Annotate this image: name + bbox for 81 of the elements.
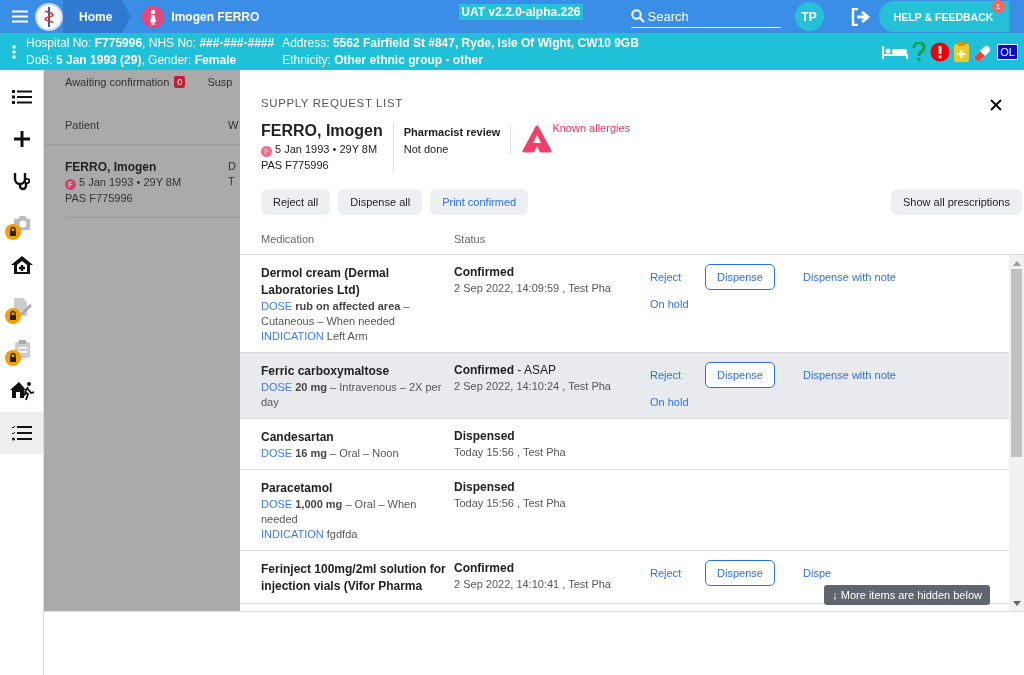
notification-badge: 1 bbox=[991, 0, 1005, 13]
dispense-button[interactable]: Dispense bbox=[705, 362, 775, 388]
sidebar-item[interactable] bbox=[0, 412, 43, 454]
scrollbar[interactable] bbox=[1009, 255, 1024, 611]
column-header: Patient bbox=[65, 119, 101, 131]
plus-icon bbox=[12, 130, 31, 148]
status-text: Confirmed - ASAP bbox=[454, 363, 558, 377]
medication-detail: INDICATION fgdfda bbox=[261, 527, 359, 542]
show-all-button[interactable]: Show all prescriptions bbox=[891, 189, 1022, 215]
dispense-button[interactable]: Dispense bbox=[705, 560, 775, 586]
medication-name: Candesartan bbox=[261, 429, 335, 446]
logout-icon[interactable] bbox=[850, 7, 871, 26]
patient-detail: Ethnicity: Other ethnic group - other bbox=[282, 53, 484, 67]
medication-detail: DOSE 16 mg – Oral – Noon bbox=[261, 446, 400, 461]
action-link[interactable]: On hold bbox=[650, 298, 689, 310]
stethoscope-icon bbox=[11, 171, 32, 191]
patient-detail: Address: 5562 Fairfield St #847, Ryde, Isle Of Wight, CW10 9GB bbox=[282, 36, 639, 50]
dispense-button[interactable]: Dispense bbox=[705, 264, 775, 290]
status-text: Confirmed bbox=[454, 561, 515, 575]
panel-title: SUPPLY REQUEST LIST bbox=[261, 97, 403, 111]
action-link[interactable]: Reject bbox=[650, 567, 682, 579]
status-timestamp: Today 15:56 , Test Pha bbox=[454, 446, 567, 458]
action-link[interactable]: Dispense with note bbox=[803, 369, 896, 381]
count-badge: 0 bbox=[174, 76, 186, 88]
patient-detail: DoB: 5 Jan 1993 (29), Gender: Female bbox=[26, 53, 238, 67]
medication-row[interactable]: Ferric carboxymaltose DOSE 20 mg – Intravenous – 2X per day Confirmed - ASAP 2 Sep 2022, 14:10:24 , Test Pha Reject Dispense Dispense with note On hold bbox=[240, 353, 1009, 419]
action-link[interactable]: Reject bbox=[650, 369, 682, 381]
status-text: Dispensed bbox=[454, 480, 516, 494]
list-icon bbox=[11, 89, 32, 105]
medication-name: Ferric carboxymaltose bbox=[261, 363, 391, 380]
tab[interactable]: Susp bbox=[207, 76, 233, 88]
action-button[interactable]: Reject all bbox=[261, 189, 331, 215]
search-icon bbox=[630, 9, 645, 23]
scroll-down-icon[interactable] bbox=[1012, 601, 1021, 607]
allergies-link[interactable]: Known allergies bbox=[552, 122, 631, 134]
house-cross-icon bbox=[10, 255, 33, 275]
patient-name: FERRO, Imogen bbox=[261, 122, 383, 140]
patient-name: FERRO, Imogen bbox=[65, 160, 158, 174]
status-timestamp: 2 Sep 2022, 14:10:41 , Test Pha bbox=[454, 578, 612, 590]
allergy-warning-icon bbox=[522, 125, 553, 153]
caduceus-logo-icon bbox=[35, 2, 63, 31]
action-link[interactable]: On hold bbox=[650, 396, 689, 408]
environment-badge: UAT v2.2.0-alpha.226 bbox=[459, 4, 583, 20]
review-value: Not done bbox=[403, 143, 450, 155]
action-link[interactable]: Dispe bbox=[803, 567, 832, 579]
search-field[interactable]: Search bbox=[630, 5, 781, 28]
clipboard-plus-icon[interactable] bbox=[954, 41, 970, 62]
house-walking-person-icon bbox=[9, 381, 34, 401]
action-link[interactable]: Dispense with note bbox=[803, 271, 896, 283]
medication-name: Dermol cream (Dermal Laboratories Ltd) bbox=[261, 265, 391, 299]
female-person-icon bbox=[142, 5, 165, 28]
review-label: Pharmacist review bbox=[403, 126, 501, 138]
action-button[interactable]: Dispense all bbox=[338, 189, 423, 215]
alert-icon[interactable] bbox=[930, 41, 951, 62]
patient-breadcrumb[interactable]: Imogen FERRO bbox=[171, 9, 260, 24]
home-breadcrumb[interactable]: Home bbox=[63, 0, 131, 33]
medication-detail: DOSE rub on affected area – Cutaneous – When needed bbox=[261, 299, 411, 329]
table-cell: D bbox=[228, 160, 236, 172]
patient-pas: PAS F775996 bbox=[261, 159, 330, 171]
action-link[interactable]: Reject bbox=[650, 271, 682, 283]
help-feedback-button[interactable]: HELP & FEEDBACK 1 bbox=[878, 1, 1009, 32]
column-header: Status bbox=[454, 233, 486, 245]
tab[interactable]: Awaiting confirmation bbox=[65, 76, 170, 88]
table-cell: T bbox=[228, 175, 236, 187]
ol-badge[interactable]: OL bbox=[997, 43, 1018, 60]
status-text: Dispensed bbox=[454, 429, 516, 443]
more-items-tooltip: ↓ More items are hidden below bbox=[824, 585, 990, 605]
status-timestamp: 2 Sep 2022, 14:10:24 , Test Pha bbox=[454, 380, 612, 392]
action-button[interactable]: Print confirmed bbox=[430, 189, 529, 215]
medication-name: Ferinject 100mg/2ml solution for injection vials (Vifor Pharma bbox=[261, 561, 447, 595]
status-timestamp: Today 15:56 , Test Pha bbox=[454, 497, 567, 509]
status-timestamp: 2 Sep 2022, 14:09:59 , Test Pha bbox=[454, 282, 612, 294]
medication-detail: DOSE 20 mg – Intravenous – 2X per day bbox=[261, 380, 443, 410]
column-header: Medication bbox=[261, 233, 316, 245]
status-text: Confirmed bbox=[454, 265, 515, 279]
medication-name: Paracetamol bbox=[261, 480, 334, 497]
column-header: W bbox=[228, 119, 239, 131]
patient-pas: PAS F775996 bbox=[65, 192, 134, 204]
checklist-icon bbox=[11, 425, 32, 441]
medication-detail: INDICATION Left Arm bbox=[261, 329, 369, 344]
patient-detail: Hospital No: F775996, NHS No: ###-###-#### bbox=[26, 36, 275, 50]
